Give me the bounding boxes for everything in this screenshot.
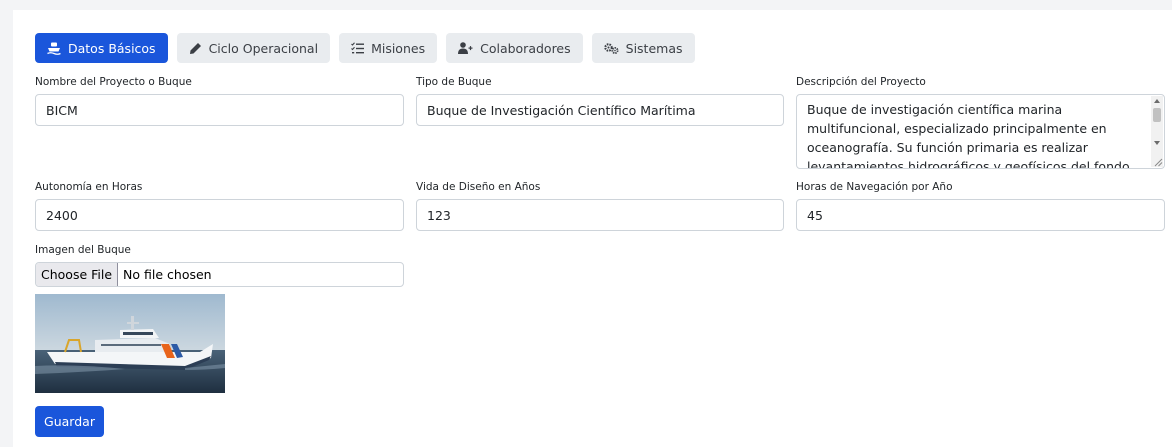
scroll-thumb[interactable] [1153, 108, 1161, 122]
tab-label: Ciclo Operacional [208, 40, 319, 56]
tab-label: Sistemas [625, 40, 683, 56]
ship-type-input[interactable]: Buque de Investigación Científico Maríti… [416, 94, 784, 126]
autonomy-label: Autonomía en Horas [35, 181, 143, 193]
project-name-label: Nombre del Proyecto o Buque [35, 76, 192, 88]
design-life-label: Vida de Diseño en Años [416, 181, 541, 193]
scroll-down-arrow-icon[interactable] [1154, 141, 1160, 145]
ship-icon [47, 42, 61, 55]
ship-image-label: Imagen del Buque [35, 244, 131, 256]
user-plus-icon [458, 42, 473, 54]
ship-image-preview [35, 294, 225, 393]
navigation-hours-label: Horas de Navegación por Año [796, 181, 953, 193]
tab-ciclo-operacional[interactable]: Ciclo Operacional [176, 33, 331, 63]
save-button[interactable]: Guardar [35, 406, 104, 437]
pen-icon [189, 42, 202, 55]
project-name-input[interactable]: BICM [35, 94, 404, 126]
form-card: Datos Básicos Ciclo Operacional Misiones… [13, 10, 1172, 447]
tab-sistemas[interactable]: Sistemas [591, 33, 695, 63]
description-label: Descripción del Proyecto [796, 76, 926, 88]
description-text: Buque de investigación científica marina… [807, 102, 1130, 169]
list-check-icon [351, 42, 365, 54]
autonomy-input[interactable]: 2400 [35, 199, 404, 231]
navigation-hours-input[interactable]: 45 [796, 199, 1165, 231]
resize-grip-icon[interactable] [1153, 157, 1163, 167]
tab-label: Misiones [371, 40, 426, 56]
gears-icon [603, 42, 619, 54]
tab-label: Colaboradores [480, 40, 571, 56]
tab-bar: Datos Básicos Ciclo Operacional Misiones… [35, 33, 695, 63]
tab-label: Datos Básicos [68, 40, 156, 56]
scroll-up-arrow-icon[interactable] [1154, 99, 1160, 103]
description-textarea[interactable]: Buque de investigación científica marina… [796, 94, 1165, 169]
tab-colaboradores[interactable]: Colaboradores [446, 33, 583, 63]
tab-misiones[interactable]: Misiones [339, 33, 438, 63]
ship-type-label: Tipo de Buque [416, 76, 492, 88]
design-life-input[interactable]: 123 [416, 199, 784, 231]
file-status: No file chosen [123, 267, 212, 282]
ship-image-file-input[interactable]: Choose File No file chosen [35, 262, 404, 287]
choose-file-button[interactable]: Choose File [36, 263, 119, 286]
tab-datos-basicos[interactable]: Datos Básicos [35, 33, 168, 63]
